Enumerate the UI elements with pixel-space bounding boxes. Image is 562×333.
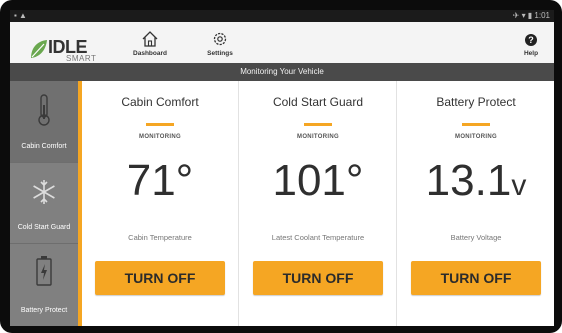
monitor-panels: Cabin Comfort MONITORING 71° Cabin Tempe… <box>82 81 554 326</box>
system-status-bar: ▪ ▲ ✈ ▾ ▮ 1:01 <box>10 10 554 22</box>
status-right-icons: ✈ ▾ ▮ 1:01 <box>512 11 550 20</box>
status-left-icons: ▪ ▲ <box>14 11 27 20</box>
sidebar-label-cabin-comfort: Cabin Comfort <box>21 143 67 150</box>
reading-number: 71° <box>126 156 194 205</box>
accent-divider <box>146 123 174 126</box>
home-icon <box>142 31 158 47</box>
panel-cabin-comfort: Cabin Comfort MONITORING 71° Cabin Tempe… <box>82 81 239 326</box>
metric-label: Cabin Temperature <box>128 233 192 242</box>
metric-label: Latest Coolant Temperature <box>271 233 365 242</box>
turn-off-button[interactable]: TURN OFF <box>411 261 541 295</box>
thermometer-icon <box>38 94 50 126</box>
metric-label: Battery Voltage <box>450 233 502 242</box>
tablet-frame: ▪ ▲ ✈ ▾ ▮ 1:01 IDLE SMART Dashboard Sett… <box>0 0 562 333</box>
status-label: MONITORING <box>297 134 339 140</box>
logo-subtitle: SMART <box>66 54 97 63</box>
settings-label: Settings <box>207 50 233 57</box>
accent-divider <box>304 123 332 126</box>
help-icon: ? <box>525 34 537 46</box>
status-label: MONITORING <box>455 134 497 140</box>
accent-divider <box>462 123 490 126</box>
reading-unit: v <box>511 169 527 202</box>
help-label: Help <box>523 50 539 57</box>
battery-icon <box>36 256 52 286</box>
turn-off-button[interactable]: TURN OFF <box>95 261 225 295</box>
snowflake-icon <box>33 180 55 204</box>
feature-sidebar: Cabin Comfort Cold Start Guard Battery P… <box>10 81 82 326</box>
panel-title: Cabin Comfort <box>121 95 199 109</box>
screen: ▪ ▲ ✈ ▾ ▮ 1:01 IDLE SMART Dashboard Sett… <box>10 10 554 326</box>
sidebar-item-battery-protect[interactable]: Battery Protect <box>10 243 78 326</box>
idle-smart-logo: IDLE SMART <box>28 36 108 64</box>
panel-cold-start-guard: Cold Start Guard MONITORING 101° Latest … <box>240 81 397 326</box>
reading-number: 13.1 <box>425 156 512 205</box>
turn-off-button[interactable]: TURN OFF <box>253 261 383 295</box>
panel-title: Cold Start Guard <box>272 95 364 109</box>
monitoring-banner: Monitoring Your Vehicle <box>10 63 554 81</box>
sidebar-label-cold-start-guard: Cold Start Guard <box>17 224 71 231</box>
reading-value: 71° <box>82 156 238 211</box>
sidebar-label-battery-protect: Battery Protect <box>20 307 68 314</box>
reading-number: 101° <box>272 156 364 205</box>
dashboard-label: Dashboard <box>133 50 167 57</box>
status-label: MONITORING <box>139 134 181 140</box>
reading-value: 101° <box>240 156 396 211</box>
leaf-logo-icon <box>31 40 47 58</box>
panel-battery-protect: Battery Protect MONITORING 13.1v Battery… <box>398 81 554 326</box>
sidebar-item-cold-start-guard[interactable]: Cold Start Guard <box>10 162 78 244</box>
gear-icon <box>213 32 227 46</box>
sidebar-item-cabin-comfort[interactable]: Cabin Comfort <box>10 81 78 163</box>
panel-title: Battery Protect <box>436 95 516 109</box>
reading-value: 13.1v <box>398 156 554 211</box>
